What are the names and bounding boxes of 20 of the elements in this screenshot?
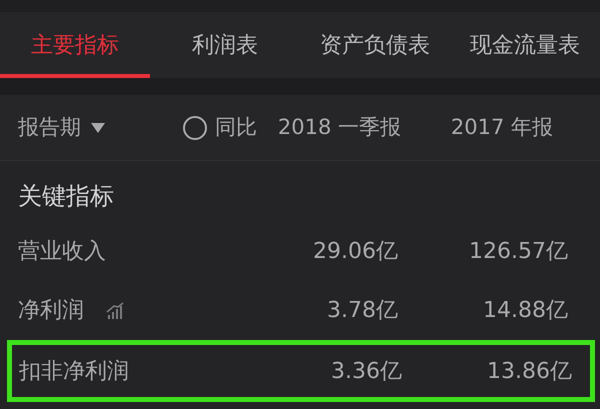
- trend-chart-icon[interactable]: [106, 302, 124, 320]
- column-header: 2017 年报: [450, 114, 553, 141]
- section-title: 关键指标: [17, 181, 115, 212]
- row-label: 营业收入: [18, 238, 106, 266]
- radio-button[interactable]: [183, 116, 207, 140]
- tab[interactable]: 现金流量表: [450, 12, 600, 78]
- value-cell-text: 29.06亿: [312, 238, 398, 266]
- value-cell-text: 3.78亿: [326, 297, 398, 325]
- value-cell-text: 13.86亿: [486, 358, 572, 386]
- column-header: 2018 一季报: [276, 114, 401, 141]
- period-label[interactable]: 报告期: [18, 112, 81, 144]
- value-cell-text: 3.36亿: [330, 358, 402, 386]
- tab[interactable]: 资产负债表: [300, 12, 450, 78]
- tab[interactable]: 利润表: [150, 12, 300, 78]
- row-label: 净利润: [18, 297, 84, 325]
- value-cell-text: 14.88亿: [482, 297, 568, 325]
- compare-label[interactable]: 同比: [215, 112, 257, 144]
- value-cell-text: 126.57亿: [468, 238, 568, 266]
- row-label: 扣非净利润: [19, 358, 129, 386]
- dropdown-caret-icon[interactable]: [91, 122, 105, 132]
